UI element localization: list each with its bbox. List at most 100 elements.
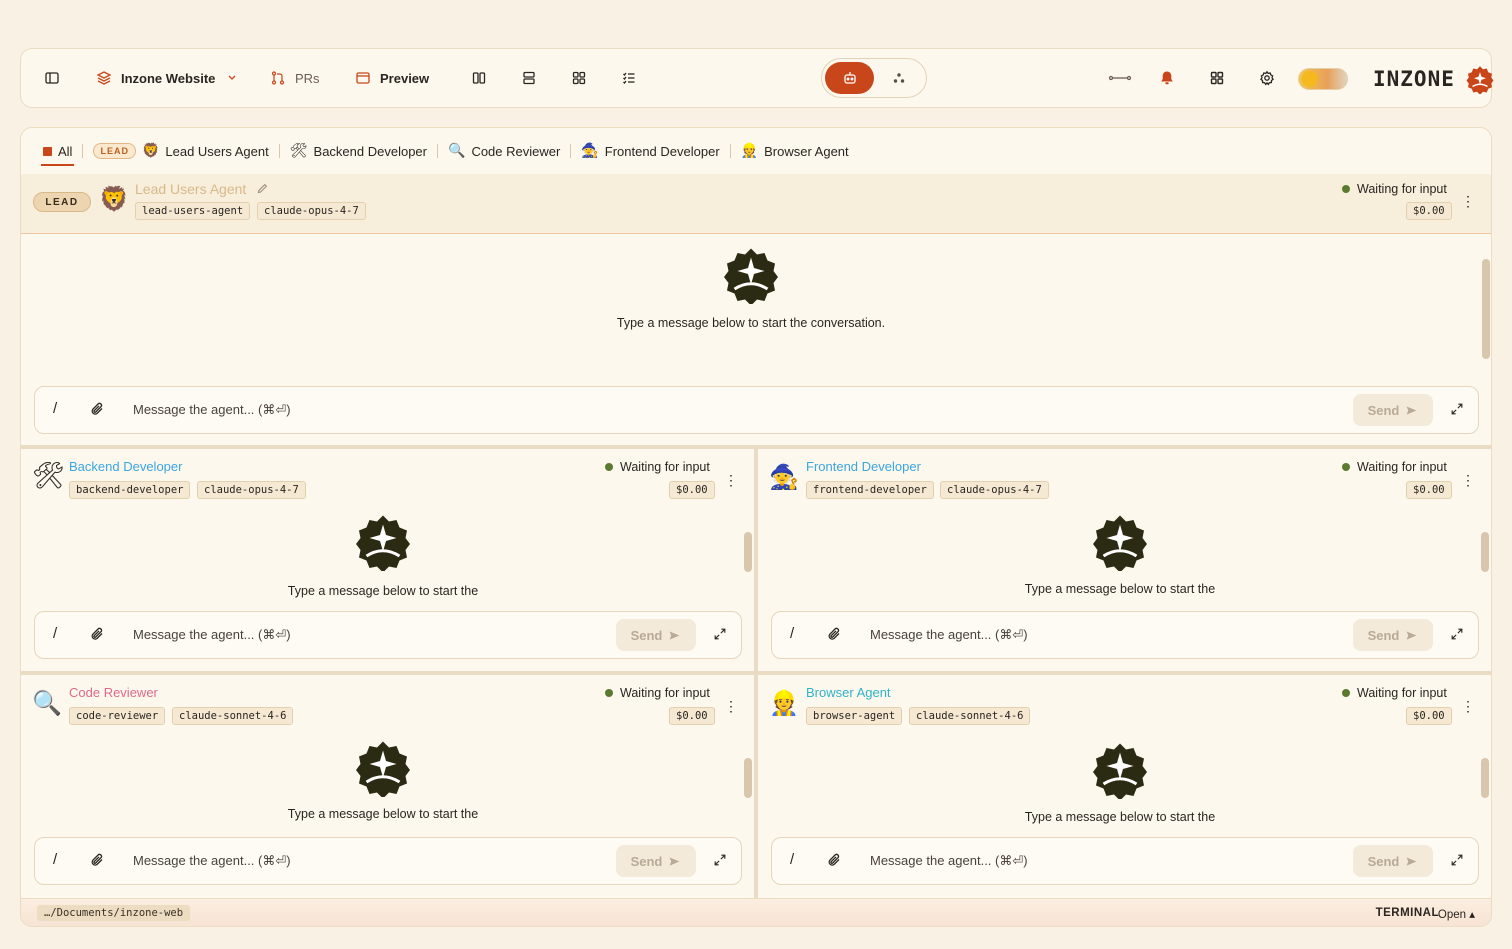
expand-icon[interactable] bbox=[713, 627, 729, 643]
agent-name[interactable]: Browser Agent bbox=[806, 685, 891, 700]
tab-backend-label: Backend Developer bbox=[313, 143, 427, 159]
message-input[interactable]: Message the agent... (⌘⏎) bbox=[133, 627, 291, 643]
tools-icon: 🛠 bbox=[289, 143, 308, 159]
paperclip-icon[interactable] bbox=[826, 626, 844, 644]
project-selector[interactable]: Inzone Website bbox=[95, 69, 241, 87]
scrollbar[interactable] bbox=[1481, 532, 1489, 572]
send-button[interactable]: Send bbox=[1353, 619, 1433, 651]
send-arrow-icon bbox=[1407, 405, 1417, 415]
task-list-button[interactable] bbox=[620, 69, 638, 87]
tab-frontend-developer[interactable]: 🧙 Frontend Developer bbox=[573, 128, 727, 174]
preview-button[interactable]: Preview bbox=[354, 69, 429, 87]
expand-icon[interactable] bbox=[1450, 853, 1466, 869]
send-button[interactable]: Send bbox=[616, 619, 696, 651]
scrollbar[interactable] bbox=[1481, 758, 1489, 798]
model-badge: claude-opus-4-7 bbox=[257, 202, 366, 220]
model-badge: claude-sonnet-4-6 bbox=[172, 707, 294, 725]
inzone-logo-icon bbox=[1093, 515, 1147, 571]
status-dot bbox=[605, 463, 613, 471]
more-options-icon[interactable]: ⋮ bbox=[724, 473, 738, 487]
message-input[interactable]: Message the agent... (⌘⏎) bbox=[133, 853, 291, 869]
open-terminal-button[interactable]: Open ▴ bbox=[1438, 907, 1475, 921]
theme-toggle[interactable] bbox=[1298, 68, 1348, 90]
slash-command-button[interactable]: / bbox=[53, 400, 57, 417]
apps-grid-icon bbox=[1208, 69, 1226, 87]
robot-icon bbox=[841, 69, 859, 87]
lion-icon: 🦁 bbox=[141, 143, 160, 159]
agent-name[interactable]: Code Reviewer bbox=[69, 685, 158, 700]
status-text: Waiting for input bbox=[620, 686, 710, 700]
tab-lead-users-agent[interactable]: LEAD 🦁 Lead Users Agent bbox=[85, 128, 276, 174]
empty-state-text: Type a message below to start the bbox=[287, 584, 479, 598]
edit-pencil-icon[interactable] bbox=[256, 182, 270, 196]
lead-role-badge: LEAD bbox=[33, 192, 91, 212]
status-dot bbox=[1342, 463, 1350, 471]
lead-message-composer: / Message the agent... (⌘⏎) Send bbox=[34, 386, 1479, 434]
inzone-logo-icon bbox=[1093, 743, 1147, 799]
scrollbar[interactable] bbox=[744, 758, 752, 798]
apps-button[interactable] bbox=[1208, 69, 1226, 87]
slash-command-button[interactable]: / bbox=[790, 851, 794, 868]
more-options-icon[interactable]: ⋮ bbox=[1461, 473, 1475, 487]
paperclip-icon[interactable] bbox=[89, 626, 107, 644]
layout-rows-button[interactable] bbox=[520, 69, 538, 87]
paperclip-icon[interactable] bbox=[89, 401, 107, 419]
model-badge: claude-sonnet-4-6 bbox=[909, 707, 1031, 725]
rows-icon bbox=[520, 69, 538, 87]
settings-button[interactable] bbox=[1258, 69, 1276, 87]
send-button[interactable]: Send bbox=[1353, 394, 1433, 426]
scrollbar[interactable] bbox=[1482, 259, 1490, 359]
message-input[interactable]: Message the agent... (⌘⏎) bbox=[133, 402, 291, 418]
slash-command-button[interactable]: / bbox=[790, 625, 794, 642]
toggle-sidebar-button[interactable] bbox=[43, 69, 61, 87]
more-options-icon[interactable]: ⋮ bbox=[724, 699, 738, 713]
send-button[interactable]: Send bbox=[616, 845, 696, 877]
send-label: Send bbox=[1367, 853, 1400, 869]
send-arrow-icon bbox=[1407, 856, 1417, 866]
agent-panel-backend: 🛠 Backend Developer backend-developer cl… bbox=[21, 449, 754, 671]
chevron-down-icon bbox=[223, 69, 241, 87]
agent-name[interactable]: Backend Developer bbox=[69, 459, 182, 474]
empty-state-text: Type a message below to start the bbox=[1024, 582, 1216, 596]
nodes-icon bbox=[890, 69, 908, 87]
empty-state-text: Type a message below to start the bbox=[1024, 810, 1216, 824]
slash-command-button[interactable]: / bbox=[53, 625, 57, 642]
notifications-button[interactable] bbox=[1158, 69, 1176, 87]
slash-command-button[interactable]: / bbox=[53, 851, 57, 868]
cost-badge: $0.00 bbox=[1406, 707, 1452, 725]
agent-name[interactable]: Frontend Developer bbox=[806, 459, 921, 474]
agent-tabs: All LEAD 🦁 Lead Users Agent 🛠 Backend De… bbox=[21, 128, 1491, 174]
tab-browser-label: Browser Agent bbox=[764, 143, 849, 159]
lead-agent-name[interactable]: Lead Users Agent bbox=[135, 181, 246, 197]
more-options-icon[interactable]: ⋮ bbox=[1461, 699, 1475, 713]
tab-backend-developer[interactable]: 🛠 Backend Developer bbox=[282, 128, 435, 174]
inzone-logo-icon bbox=[356, 741, 410, 797]
graph-view-button[interactable] bbox=[874, 62, 923, 94]
tab-divider bbox=[82, 144, 84, 158]
prs-button[interactable]: PRs bbox=[269, 69, 320, 87]
working-directory: …/Documents/inzone-web bbox=[37, 905, 191, 921]
cost-badge: $0.00 bbox=[669, 481, 715, 499]
status-indicator: Waiting for input bbox=[1342, 182, 1447, 196]
expand-icon[interactable] bbox=[1450, 627, 1466, 643]
agents-view-button[interactable] bbox=[825, 62, 874, 94]
message-input[interactable]: Message the agent... (⌘⏎) bbox=[870, 853, 1028, 869]
send-button[interactable]: Send bbox=[1353, 845, 1433, 877]
layout-columns-button[interactable] bbox=[470, 69, 488, 87]
expand-icon[interactable] bbox=[1450, 402, 1466, 418]
message-input[interactable]: Message the agent... (⌘⏎) bbox=[870, 627, 1028, 643]
send-label: Send bbox=[1367, 627, 1400, 643]
status-footer: …/Documents/inzone-web TERMINAL Open ▴ bbox=[21, 898, 1491, 926]
tab-all[interactable]: All bbox=[35, 128, 80, 174]
scrollbar[interactable] bbox=[744, 532, 752, 572]
more-options-icon[interactable]: ⋮ bbox=[1461, 194, 1475, 208]
connection-button[interactable] bbox=[1108, 69, 1132, 87]
tab-lead-label: Lead Users Agent bbox=[165, 143, 269, 159]
expand-icon[interactable] bbox=[713, 853, 729, 869]
tab-browser-agent[interactable]: 👷 Browser Agent bbox=[733, 128, 857, 174]
paperclip-icon[interactable] bbox=[89, 852, 107, 870]
paperclip-icon[interactable] bbox=[826, 852, 844, 870]
layout-grid-button[interactable] bbox=[570, 69, 588, 87]
tab-code-reviewer[interactable]: 🔍 Code Reviewer bbox=[440, 128, 568, 174]
grid-icon bbox=[570, 69, 588, 87]
